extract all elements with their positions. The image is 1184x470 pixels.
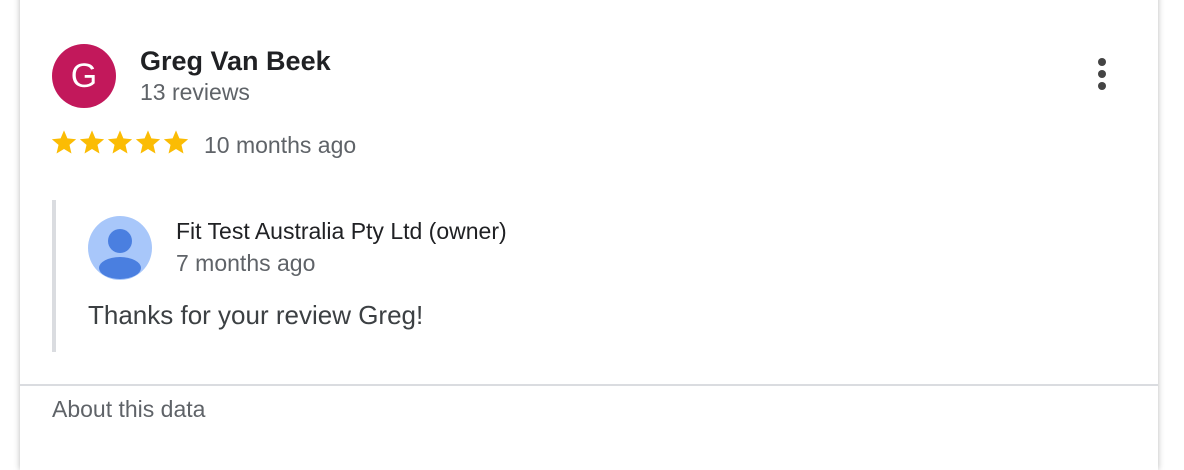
star-icon <box>135 130 161 154</box>
more-vert-icon-dot <box>1098 70 1106 78</box>
reviewer-name[interactable]: Greg Van Beek <box>140 46 331 77</box>
more-vert-icon <box>1098 58 1106 66</box>
star-icon <box>51 130 77 154</box>
reply-divider-bar <box>52 200 56 352</box>
owner-name: Fit Test Australia Pty Ltd (owner) <box>176 218 507 244</box>
review-card: G Greg Van Beek 13 reviews 10 months ago… <box>20 0 1158 470</box>
reviewer-avatar[interactable]: G <box>52 44 116 108</box>
reply-text: Thanks for your review Greg! <box>88 300 424 330</box>
review-time: 10 months ago <box>204 132 357 158</box>
more-vert-icon-dot <box>1098 82 1106 90</box>
reply-time: 7 months ago <box>176 250 316 276</box>
star-icon <box>107 130 133 154</box>
default-profile-icon <box>88 216 152 280</box>
footer-divider <box>20 384 1158 386</box>
star-icon <box>79 130 105 154</box>
review-count[interactable]: 13 reviews <box>140 79 250 106</box>
star-rating <box>50 128 190 162</box>
about-this-data-link[interactable]: About this data <box>52 396 205 423</box>
more-options-button[interactable] <box>1086 52 1118 100</box>
star-icon <box>163 130 189 154</box>
